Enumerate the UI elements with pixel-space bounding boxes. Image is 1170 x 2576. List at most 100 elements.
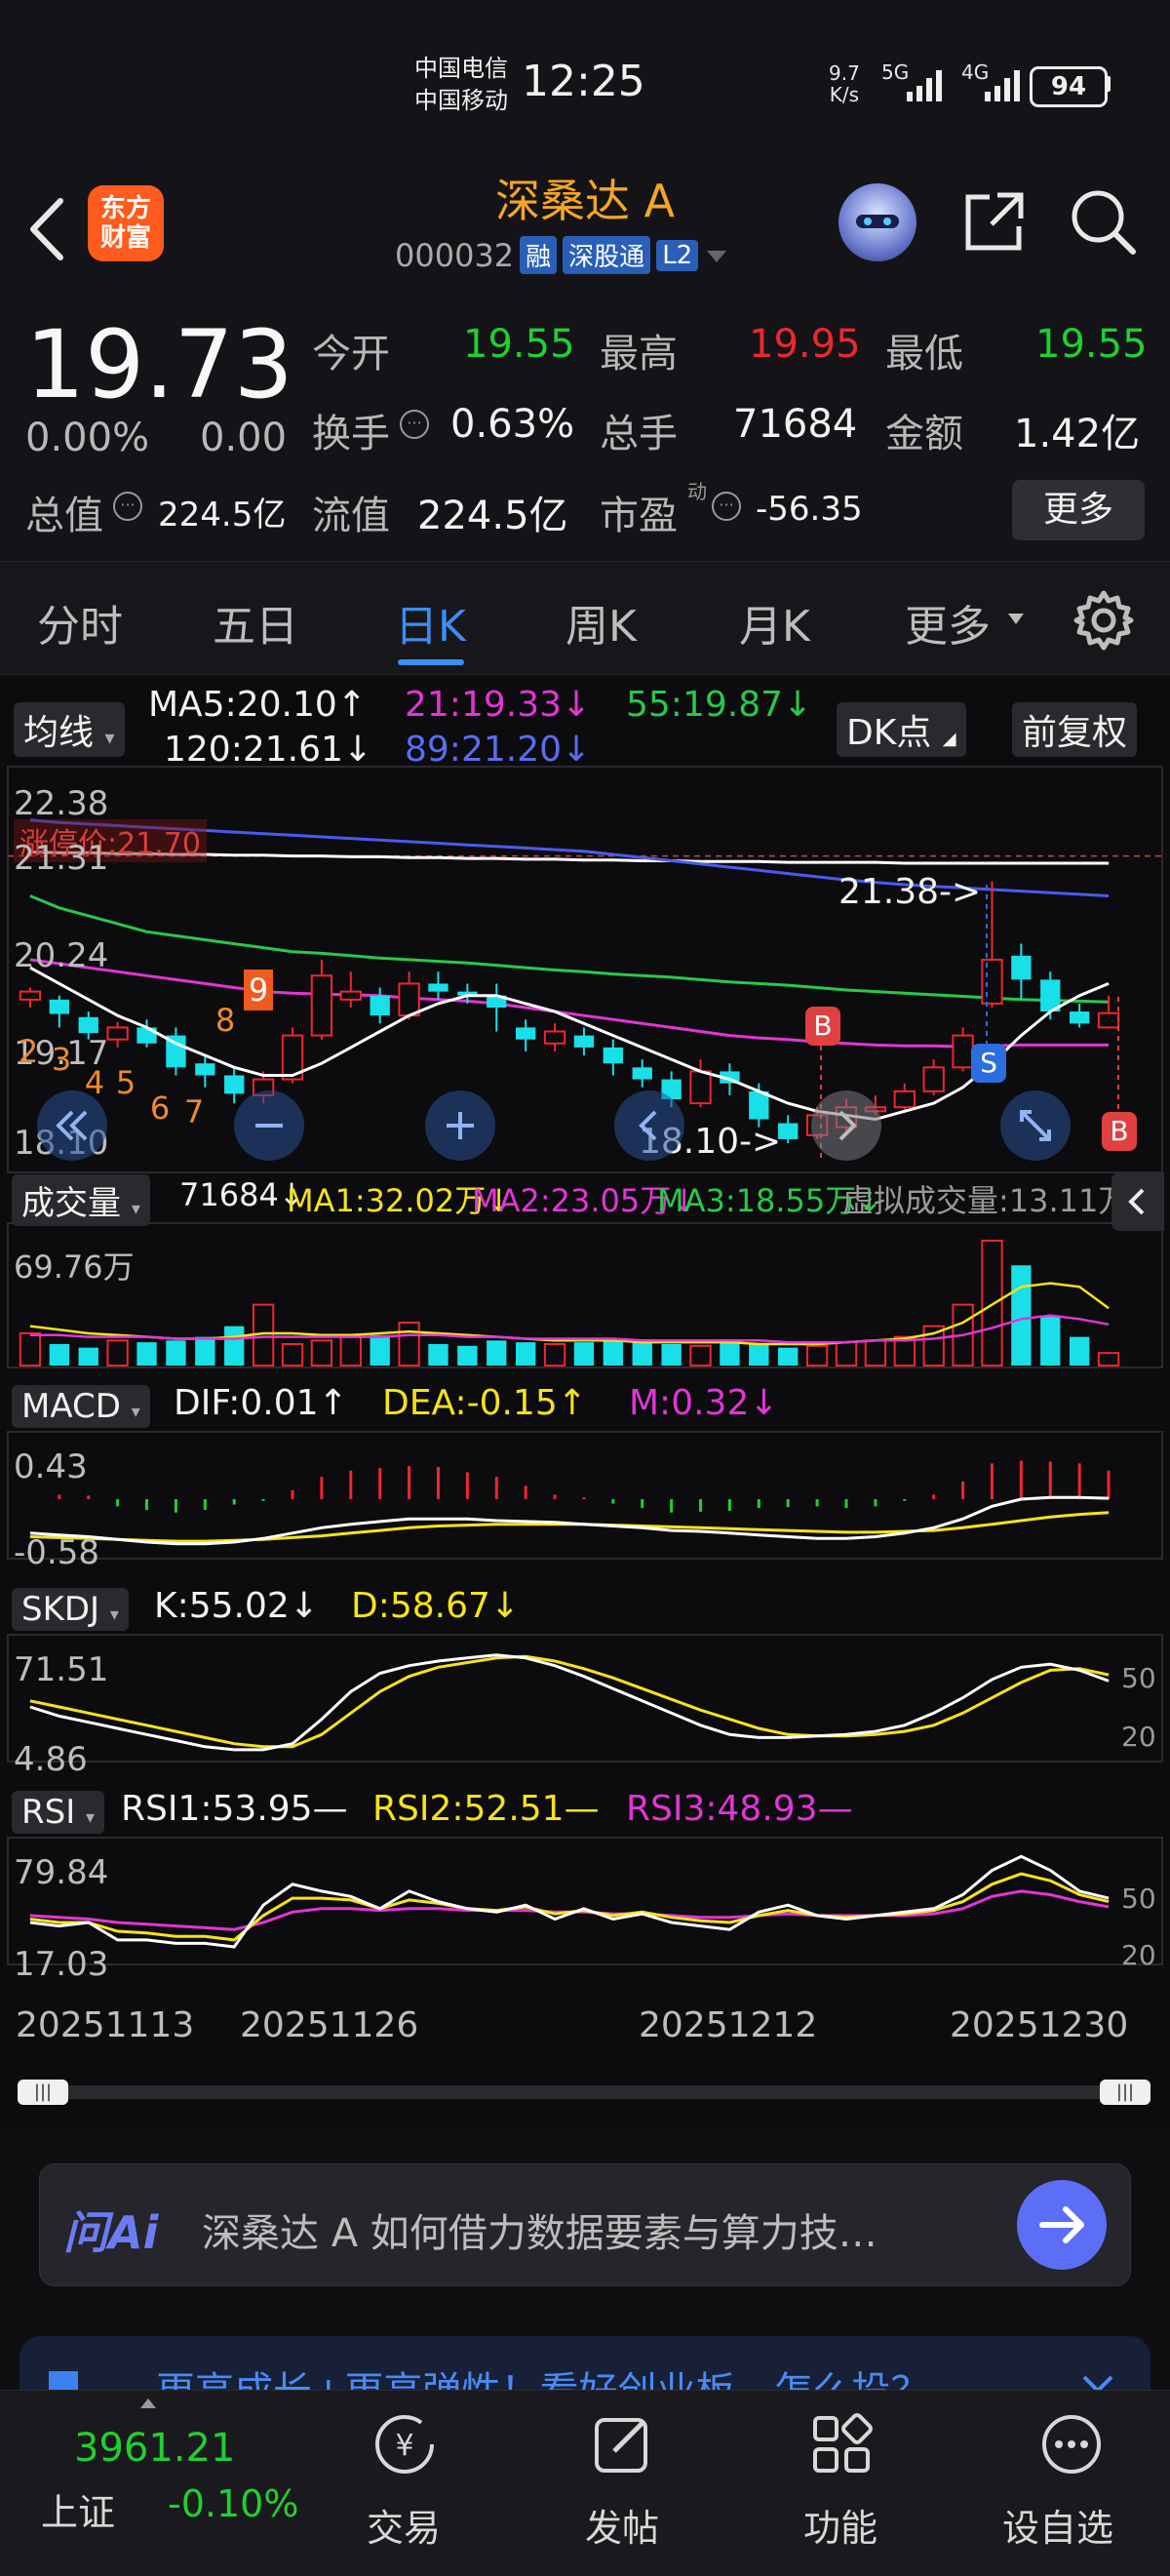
skdj-ref-20: 20 (1121, 1721, 1156, 1753)
tab-monthly-k[interactable]: 月K (739, 591, 810, 654)
tab-more[interactable]: 更多 (905, 591, 991, 654)
volume-bar (749, 1343, 769, 1366)
stock-subtitle: 000032 融 深股通 L2 (395, 236, 729, 274)
info-icon[interactable]: ··· (712, 492, 741, 521)
range-handle-right[interactable]: ||| (1100, 2080, 1150, 2105)
volume-bar (981, 1240, 1003, 1367)
chevron-down-icon[interactable] (704, 246, 729, 265)
buy-marker[interactable]: B (805, 1007, 840, 1046)
tab-daily-k[interactable]: 日K (395, 591, 466, 654)
legend-dea: DEA:-0.15↑ (382, 1383, 587, 1423)
macd-y-top: 0.43 (14, 1447, 88, 1486)
nav-functions-label: 功能 (803, 2507, 878, 2550)
rsi-selector[interactable]: RSI ▾ (12, 1791, 105, 1834)
dropdown-icon (1008, 614, 1024, 624)
index-ticker[interactable]: 3961.21 上证 -0.10% (0, 2391, 322, 2576)
volume-bar (603, 1340, 624, 1366)
seq-number-2: 2 (18, 1033, 39, 1070)
tab-intraday[interactable]: 分时 (37, 591, 123, 654)
skdj-y-bottom: 4.86 (14, 1740, 88, 1779)
macd-selector-label: MACD (21, 1387, 121, 1426)
volume-bar (19, 1331, 42, 1367)
nav-post[interactable]: 发帖 (560, 2391, 686, 2576)
ai-prompt: 深桑达 A 如何借力数据要素与算力技… (202, 2211, 878, 2256)
seq-number-3: 3 (51, 1041, 72, 1078)
scroll-left-button[interactable] (37, 1090, 107, 1161)
float-value: 224.5亿 (417, 494, 568, 538)
volume-bar (835, 1341, 858, 1367)
volume-selector[interactable]: 成交量 ▾ (12, 1174, 150, 1226)
skdj-selector[interactable]: SKDJ ▾ (12, 1588, 129, 1631)
volume-bar (457, 1345, 478, 1366)
zoom-out-button[interactable] (234, 1090, 304, 1161)
step-right-button[interactable] (811, 1090, 881, 1161)
seq-number-5: 5 (115, 1064, 136, 1101)
info-icon[interactable]: ··· (400, 410, 429, 439)
double-chevron-left-icon (56, 1110, 88, 1141)
rsi1-line (29, 1854, 1110, 1949)
share-icon[interactable] (960, 187, 1029, 256)
low-label: 最低 (885, 332, 963, 376)
quote-panel: 19.73 0.00% 0.00 今开 19.55 最高 19.95 最低 19… (0, 293, 1170, 561)
panel-frame (7, 1837, 1163, 1965)
zoom-in-button[interactable] (425, 1090, 495, 1161)
ai-question-bar[interactable]: 问Ai 深桑达 A 如何借力数据要素与算力技… (39, 2163, 1131, 2286)
volume-y-max: 69.76万 (14, 1248, 135, 1286)
triangle-up-icon (140, 2398, 156, 2408)
battery-level: 94 (1050, 72, 1087, 101)
skdj-y-top: 71.51 (14, 1650, 109, 1689)
search-icon[interactable] (1069, 187, 1139, 258)
sell-marker[interactable]: S (971, 1044, 1006, 1083)
range-handle-left[interactable]: ||| (18, 2080, 68, 2105)
candle-body (689, 1070, 712, 1105)
candle-body (1097, 1011, 1120, 1029)
volume-bar (370, 1334, 390, 1366)
index-name: 上证 (41, 2491, 116, 2534)
candle-body (339, 990, 362, 1001)
nav-trade[interactable]: ¥ 交易 (341, 2391, 468, 2576)
battery-icon: 94 (1030, 66, 1108, 107)
volume-bar (778, 1347, 799, 1366)
info-icon[interactable]: ··· (113, 492, 142, 521)
chevron-left-icon (1128, 1188, 1145, 1215)
volume-selector-label: 成交量 (21, 1184, 121, 1223)
rsi3-line (29, 1889, 1110, 1931)
legend-virtual-volume: 虚拟成交量:13.11万 (842, 1182, 1130, 1219)
volume-bar (428, 1343, 448, 1366)
volume-ma1-line (29, 1282, 1110, 1346)
volume-bar (487, 1340, 507, 1366)
seq-number-7: 7 (183, 1093, 205, 1130)
more-button[interactable]: 更多 (1012, 480, 1145, 540)
volume-bar (661, 1343, 682, 1366)
buy-marker[interactable]: B (1102, 1112, 1137, 1151)
ai-submit-button[interactable] (1017, 2180, 1107, 2270)
nav-add-watchlist[interactable]: 设自选 (993, 2391, 1149, 2576)
candle-body (106, 1026, 129, 1041)
ma21-line (29, 958, 1110, 1049)
legend-rsi1: RSI1:53.95— (121, 1789, 348, 1829)
step-left-button[interactable] (614, 1090, 684, 1161)
macd-selector[interactable]: MACD ▾ (12, 1385, 150, 1428)
rsi-selector-label: RSI (21, 1793, 76, 1832)
legend-rsi2: RSI2:52.51— (372, 1789, 600, 1829)
gear-icon[interactable] (1072, 589, 1135, 652)
volume-bar (166, 1340, 186, 1366)
assistant-robot-icon[interactable] (838, 183, 916, 261)
volume-bar (78, 1347, 98, 1366)
macd-dif-line (29, 1495, 1110, 1546)
date-label-1: 20251113 (16, 2005, 195, 2045)
fullscreen-button[interactable] (1000, 1090, 1071, 1161)
mktcap-value: 224.5亿 (158, 495, 287, 535)
candle-body (952, 1034, 974, 1069)
chart-area: 均线 ▾ MA5:20.10↑ 21:19.33↓ 55:19.87↓ 120:… (0, 675, 1170, 2128)
nav-post-label: 发帖 (585, 2507, 660, 2550)
nav-add-watchlist-label: 设自选 (1002, 2507, 1114, 2550)
range-scrollbar[interactable] (18, 2085, 1149, 2099)
collapse-panel-button[interactable] (1112, 1172, 1164, 1231)
open-value: 19.55 (463, 322, 575, 367)
signal-2-icon (985, 70, 1020, 101)
tab-weekly-k[interactable]: 周K (566, 591, 637, 654)
tab-five-day[interactable]: 五日 (213, 591, 298, 654)
yuan-cycle-icon: ¥ (375, 2415, 434, 2474)
nav-functions[interactable]: 功能 (778, 2391, 905, 2576)
